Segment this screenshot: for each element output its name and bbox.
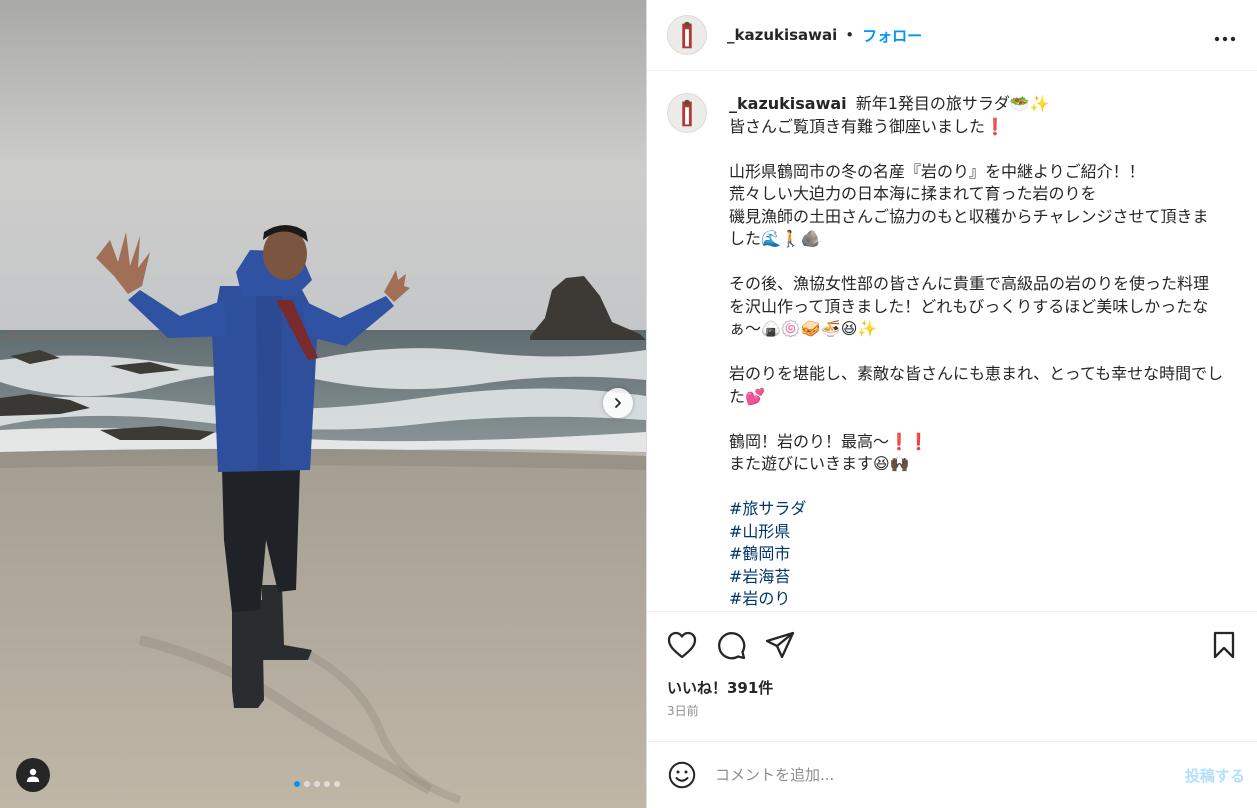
share-icon — [765, 631, 795, 658]
emoji-button[interactable] — [667, 760, 697, 790]
caption-text-line: また遊びにいきます😆🙌🏿 — [729, 454, 910, 473]
carousel-dot — [324, 781, 330, 787]
avatar[interactable] — [667, 15, 707, 55]
caption-text-line: 新年1発目の旅サラダ🥗✨ — [855, 94, 1050, 113]
caption-text: _kazukisawai 新年1発目の旅サラダ🥗✨ 皆さんご覧頂き有難う御座いま… — [729, 93, 1224, 611]
caption-text-line: 山形県鶴岡市の冬の名産『岩のり』を中継よりご紹介！！ — [729, 161, 1145, 181]
separator-dot: • — [845, 26, 855, 44]
heart-icon — [667, 631, 697, 658]
post-header: _kazukisawai • フォロー — [647, 0, 1257, 71]
caption-gap — [729, 138, 1224, 161]
user-tag-icon — [26, 768, 40, 782]
comment-icon — [718, 631, 746, 659]
carousel-dot — [304, 781, 310, 787]
post-media — [0, 0, 646, 808]
caption-gap — [729, 408, 1224, 431]
hashtag-link[interactable]: #鶴岡市 — [729, 543, 1224, 566]
caption-line: _kazukisawai 新年1発目の旅サラダ🥗✨ — [729, 93, 1224, 116]
action-bar — [647, 611, 1257, 677]
more-options-button[interactable] — [1214, 23, 1236, 47]
comment-form: 投稿する — [647, 741, 1257, 808]
post-photo — [0, 0, 646, 808]
carousel-dot — [334, 781, 340, 787]
post-sidebar: _kazukisawai • フォロー _kazukisawai 新年1発目の旅… — [646, 0, 1257, 808]
more-icon — [1214, 36, 1236, 42]
likes-count[interactable]: いいね！391件 — [647, 677, 1257, 699]
post-timestamp[interactable]: 3日前 — [647, 702, 1257, 720]
caption-gap — [729, 476, 1224, 499]
carousel-next-button[interactable] — [603, 388, 633, 418]
share-button[interactable] — [763, 628, 797, 662]
caption-username[interactable]: _kazukisawai — [729, 94, 847, 113]
comment-input[interactable] — [715, 766, 1185, 784]
avatar[interactable] — [667, 93, 707, 133]
caption-text-line: 皆さんご覧頂き有難う御座いました❗ — [729, 116, 1005, 136]
caption-text-line: 磯見漁師の土田さんご協力のもと収穫からチャレンジさせて頂きました🌊🚶🪨 — [729, 206, 1209, 249]
tagged-users-button[interactable] — [16, 758, 50, 792]
follow-button[interactable]: フォロー — [862, 25, 922, 46]
carousel-dot — [294, 781, 300, 787]
caption-text-line: 荒々しい大迫力の日本海に揉まれて育った岩のりを — [729, 184, 1097, 203]
username-link[interactable]: _kazukisawai — [727, 26, 837, 44]
emoji-icon — [668, 761, 696, 789]
chevron-right-icon — [615, 398, 621, 408]
post-comment-button[interactable]: 投稿する — [1185, 765, 1245, 786]
carousel-indicator — [294, 781, 340, 787]
avatar-image — [668, 16, 706, 54]
hashtag-link[interactable]: #岩海苔 — [729, 566, 1224, 589]
like-button[interactable] — [665, 628, 699, 662]
caption-text-line: 岩のりを堪能し、素敵な皆さんにも恵まれ、とっても幸せな時間でした💕 — [729, 364, 1224, 406]
bookmark-icon — [1213, 631, 1235, 658]
hashtag-link[interactable]: #旅サラダ — [729, 498, 1224, 521]
caption-gap — [729, 341, 1224, 364]
comment-button[interactable] — [714, 628, 748, 662]
carousel-dot — [314, 781, 320, 787]
avatar-image — [668, 94, 706, 132]
hashtag-link[interactable]: #岩のり — [729, 588, 1224, 611]
caption-gap — [729, 251, 1224, 274]
save-button[interactable] — [1207, 628, 1241, 662]
instagram-post: _kazukisawai • フォロー _kazukisawai 新年1発目の旅… — [0, 0, 1257, 808]
caption-area: _kazukisawai 新年1発目の旅サラダ🥗✨ 皆さんご覧頂き有難う御座いま… — [647, 71, 1257, 611]
hashtag-link[interactable]: #山形県 — [729, 521, 1224, 544]
caption-text-line: 鶴岡！岩のり！最高〜❗❗ — [729, 431, 929, 451]
caption-text-line: その後、漁協女性部の皆さんに貴重で高級品の岩のりを使った料理を沢山作って頂きまし… — [729, 274, 1210, 338]
